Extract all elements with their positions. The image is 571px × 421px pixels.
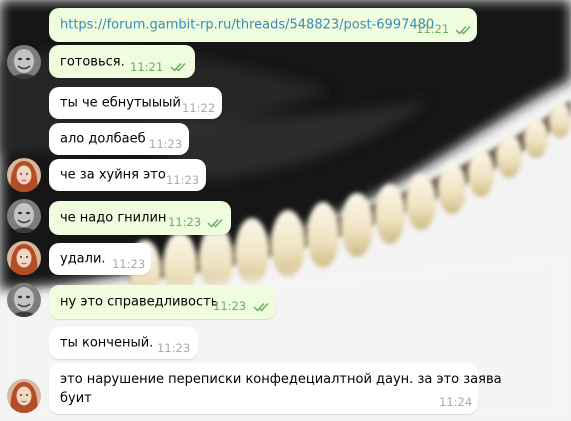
message-bubble-incoming[interactable]: ало долбаеб 11:23 bbox=[49, 123, 189, 155]
avatar-man[interactable] bbox=[7, 283, 41, 317]
message-text: готовься. bbox=[60, 54, 125, 69]
message-time: 11:21 bbox=[130, 60, 164, 74]
message-time: 11:23 bbox=[168, 215, 202, 229]
avatar-woman[interactable] bbox=[7, 158, 41, 192]
message-time: 11:23 bbox=[112, 257, 146, 271]
message-text: че за хуйня это bbox=[60, 167, 166, 183]
message-bubble-incoming[interactable]: ты конченый. 11:23 bbox=[49, 327, 198, 359]
message-time: 11:22 bbox=[182, 101, 216, 115]
double-check-icon bbox=[207, 218, 225, 228]
message-time: 11:23 bbox=[213, 299, 247, 313]
message-text: это нарушение переписки конфедециалтной … bbox=[60, 372, 502, 387]
message-time: 11:23 bbox=[149, 137, 183, 151]
message-time: 11:23 bbox=[157, 341, 191, 355]
message-text: ты че ебнутыыый bbox=[60, 95, 181, 111]
message-time: 11:21 bbox=[416, 22, 450, 36]
avatar-woman[interactable] bbox=[7, 379, 41, 413]
message-bubble-incoming[interactable]: это нарушение переписки конфедециалтной … bbox=[49, 363, 502, 414]
message-bubble-incoming[interactable]: ты че ебнутыыый 11:22 bbox=[49, 87, 222, 119]
message-bubble-outgoing[interactable]: https://forum.gambit-rp.ru/threads/54882… bbox=[49, 8, 477, 42]
message-text: ало долбаеб bbox=[60, 131, 146, 147]
avatar-man[interactable] bbox=[7, 45, 41, 79]
double-check-icon bbox=[455, 25, 473, 35]
message-text: ну это справедливость bbox=[60, 294, 219, 310]
message-time: 11:24 bbox=[439, 395, 473, 409]
double-check-icon bbox=[170, 62, 188, 72]
double-check-icon bbox=[253, 302, 271, 312]
message-text: ты конченый. bbox=[60, 335, 154, 351]
message-bubble-outgoing[interactable]: че надо гнилин 11:23 bbox=[49, 201, 231, 235]
avatar-man[interactable] bbox=[7, 199, 41, 233]
avatar-woman[interactable] bbox=[7, 241, 41, 275]
message-bubble-outgoing[interactable]: ну это справедливость 11:23 bbox=[49, 285, 276, 319]
message-bubble-incoming[interactable]: удали. 11:23 bbox=[49, 243, 151, 275]
message-link[interactable]: https://forum.gambit-rp.ru/threads/54882… bbox=[60, 18, 434, 33]
message-bubble-incoming[interactable]: че за хуйня это 11:23 bbox=[49, 159, 206, 191]
message-bubble-outgoing[interactable]: готовься. 11:21 bbox=[49, 45, 195, 78]
message-time: 11:23 bbox=[166, 173, 200, 187]
message-text: че надо гнилин bbox=[60, 210, 167, 226]
message-text: удали. bbox=[60, 251, 106, 267]
message-text: буит bbox=[60, 391, 92, 406]
